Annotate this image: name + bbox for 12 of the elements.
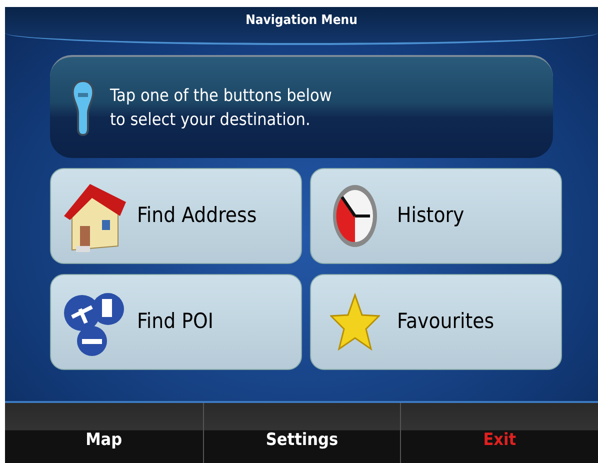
menu-button[interactable]: Find Address	[50, 168, 302, 264]
menu-button[interactable]: History	[310, 168, 562, 264]
hint-text: Tap one of the buttons below to select your destination.	[110, 84, 332, 132]
clock-icon	[330, 183, 380, 249]
bar-button[interactable]: Exit	[400, 403, 598, 463]
lightbulb-icon	[70, 78, 96, 136]
menu-button[interactable]: Find POI	[50, 274, 302, 370]
star-icon	[330, 293, 380, 351]
bar-button[interactable]: Map	[5, 403, 203, 463]
bar-button[interactable]: Settings	[202, 403, 400, 463]
window-title: Navigation Menu	[246, 12, 358, 30]
menu-button[interactable]: Favourites	[310, 274, 562, 370]
